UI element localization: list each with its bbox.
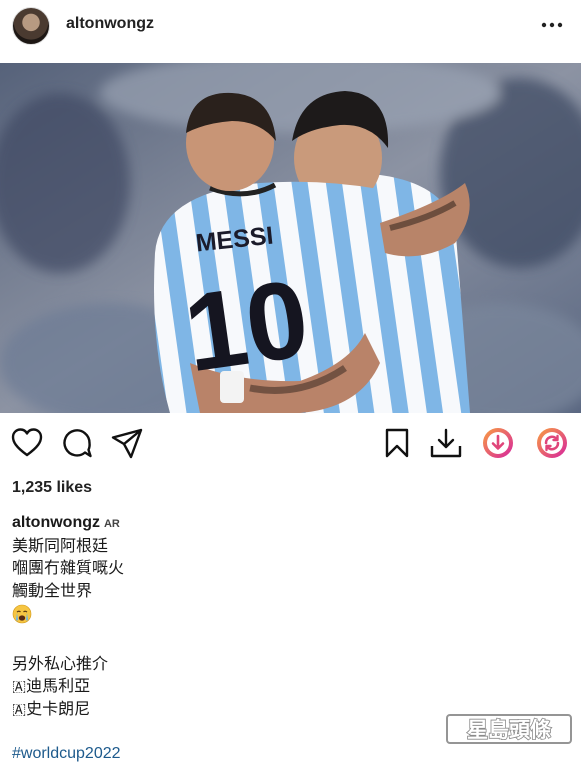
svg-text:星島頭條: 星島頭條 bbox=[467, 718, 551, 742]
photo-illustration: MESSI 10 bbox=[0, 63, 581, 413]
download-icon[interactable] bbox=[429, 426, 463, 460]
bookmark-icon[interactable] bbox=[380, 426, 414, 460]
comment-icon[interactable] bbox=[60, 426, 94, 460]
more-horizontal-icon[interactable] bbox=[539, 13, 565, 37]
share-icon[interactable] bbox=[110, 426, 144, 460]
caption-line: 另外私心推介 bbox=[12, 655, 109, 673]
repost-icon[interactable] bbox=[535, 426, 569, 460]
avatar[interactable] bbox=[12, 7, 50, 45]
caption-line: 美斯同阿根廷 bbox=[12, 537, 109, 555]
jersey-number: 10 bbox=[177, 257, 315, 396]
caption-tag: AR bbox=[103, 518, 120, 530]
caption-username[interactable]: altonwongz bbox=[12, 514, 100, 531]
download-circle-icon[interactable] bbox=[481, 426, 515, 460]
likes-count[interactable]: 1,235 likes bbox=[12, 479, 92, 497]
watermark-logo: 星島頭條 bbox=[446, 714, 572, 744]
caption-line: 嗰團冇雜質嘅火 bbox=[12, 560, 125, 577]
heart-icon[interactable] bbox=[10, 426, 44, 460]
post-photo[interactable]: MESSI 10 bbox=[0, 63, 581, 413]
caption-line: 觸動全世界 bbox=[12, 582, 93, 600]
action-bar bbox=[0, 420, 581, 468]
caption-line: 🇦迪馬利亞 bbox=[12, 678, 91, 695]
post-header: altonwongz bbox=[0, 0, 581, 52]
post-username[interactable]: altonwongz bbox=[66, 15, 154, 33]
crying-face-emoji-icon bbox=[12, 604, 32, 624]
